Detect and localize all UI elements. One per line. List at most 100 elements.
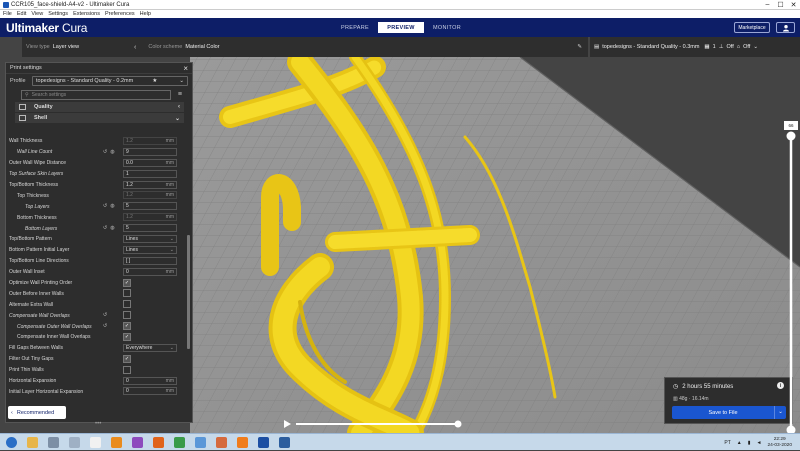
explorer-icon[interactable] [23, 435, 42, 450]
language-indicator[interactable]: PT [724, 440, 730, 446]
paint-icon[interactable] [191, 435, 210, 450]
reset-icon[interactable]: ↺ [103, 312, 107, 318]
chrome-icon[interactable] [170, 435, 189, 450]
setting-input[interactable]: 0 mm [123, 387, 177, 396]
print-setup-bar[interactable]: ▤ topedesigns - Standard Quality - 0.3mm… [590, 37, 800, 57]
category-shell[interactable]: Shell ⌄ [15, 113, 184, 123]
menu-view[interactable]: View [31, 11, 43, 17]
reset-icon[interactable]: ↺ [103, 203, 107, 209]
visual-studio-icon[interactable] [128, 435, 147, 450]
layer-slider-top-handle[interactable] [786, 131, 796, 141]
settings-menu-icon[interactable]: ≡ [178, 91, 182, 98]
setting-checkbox[interactable] [123, 289, 131, 298]
account-button[interactable] [776, 22, 795, 33]
star-icon[interactable]: ★ [152, 78, 157, 84]
material-row: ▥ 48g · 16.14m [673, 396, 709, 402]
simulation-handle[interactable] [454, 420, 462, 428]
play-icon[interactable] [284, 420, 291, 428]
setting-input[interactable]: 5 [123, 202, 177, 211]
cura-icon[interactable] [254, 435, 273, 450]
reset-icon[interactable]: ↺ [103, 225, 107, 231]
start-button[interactable] [2, 435, 21, 450]
setting-select[interactable]: Everywhere ⌄ [123, 343, 177, 352]
profile-label: Profile [10, 78, 26, 84]
setting-checkbox[interactable] [123, 300, 131, 309]
infill-value: 1 [712, 44, 716, 50]
document-icon[interactable] [86, 435, 105, 450]
firefox-icon[interactable] [149, 435, 168, 450]
linked-setting-icon[interactable]: ◍ [110, 203, 114, 209]
vlc-icon[interactable] [107, 435, 126, 450]
setting-row: Outer Before Inner Walls [9, 288, 179, 299]
category-label: Shell [34, 115, 48, 121]
minimize-button[interactable]: – [761, 0, 774, 10]
menu-help[interactable]: Help [140, 11, 151, 17]
window-icon[interactable] [65, 435, 84, 450]
setting-select[interactable]: Lines ⌄ [123, 245, 177, 254]
setting-input[interactable]: 1.2 mm [123, 180, 177, 189]
recommended-button[interactable]: ‹ Recommended [8, 406, 66, 419]
settings-scrollbar[interactable] [187, 235, 190, 349]
reset-icon[interactable]: ↺ [103, 323, 107, 329]
setting-input[interactable]: 0 mm [123, 267, 177, 276]
close-window-button[interactable]: ✕ [787, 0, 800, 10]
menu-edit[interactable]: Edit [17, 11, 26, 17]
menu-bar: File Edit View Settings Extensions Prefe… [0, 10, 800, 18]
maximize-button[interactable]: ☐ [774, 0, 787, 10]
tab-monitor[interactable]: MONITOR [424, 22, 470, 33]
setting-input[interactable]: 1.2 mm [123, 213, 177, 222]
setting-unit: mm [165, 377, 174, 384]
photoshop-icon[interactable] [275, 435, 294, 450]
linked-setting-icon[interactable]: ◍ [110, 149, 114, 155]
menu-preferences[interactable]: Preferences [105, 11, 135, 17]
setting-input[interactable]: 0 mm [123, 376, 177, 385]
reset-icon[interactable]: ↺ [103, 149, 107, 155]
setting-checkbox[interactable]: ✓ [123, 278, 131, 287]
setting-input[interactable]: 1.2 mm [123, 137, 177, 145]
marketplace-button[interactable]: Marketplace [734, 22, 770, 33]
system-tray: PT ▲ ▮ ◄ 22:29 24-03-2020 [724, 434, 792, 451]
tab-preview[interactable]: PREVIEW [378, 22, 424, 33]
setting-checkbox[interactable] [123, 311, 131, 320]
setting-checkbox[interactable]: ✓ [123, 333, 131, 342]
maximized-window-icon[interactable] [44, 435, 63, 450]
expand-chevron-icon[interactable]: ⌄ [753, 44, 758, 50]
setting-input[interactable]: [ ] [123, 256, 177, 265]
info-icon[interactable]: i [777, 382, 784, 389]
setting-checkbox[interactable]: ✓ [123, 354, 131, 363]
menu-file[interactable]: File [3, 11, 12, 17]
color-scheme-select[interactable]: Material Color [185, 44, 219, 50]
fusion-icon[interactable] [233, 435, 252, 450]
setting-checkbox[interactable] [123, 365, 131, 374]
pencil-icon[interactable]: ✎ [577, 44, 582, 50]
layer-slider[interactable] [784, 118, 798, 438]
setting-input[interactable]: 0.0 mm [123, 158, 177, 167]
view-type-chevron-icon[interactable]: ‹ [134, 44, 136, 51]
setting-input[interactable]: 9 [123, 147, 177, 156]
menu-settings[interactable]: Settings [48, 11, 68, 17]
setting-input[interactable]: 1 [123, 169, 177, 178]
view-type-select[interactable]: Layer view [53, 44, 79, 50]
setting-checkbox[interactable]: ✓ [123, 322, 131, 331]
linked-setting-icon[interactable]: ◍ [110, 225, 114, 231]
setting-row: Print Thin Walls [9, 365, 179, 376]
current-layer-badge[interactable]: 66 [784, 121, 798, 130]
setting-input[interactable]: 1.2 mm [123, 191, 177, 200]
setting-value: 0 [126, 377, 129, 384]
setting-input[interactable]: 5 [123, 224, 177, 233]
save-to-file-button[interactable]: Save to File ⌄ [672, 406, 786, 419]
category-quality[interactable]: Quality ‹ [15, 102, 184, 112]
clock[interactable]: 22:29 24-03-2020 [767, 437, 792, 449]
resize-handle[interactable]: ••• [95, 421, 101, 427]
images-icon[interactable] [212, 435, 231, 450]
close-panel-icon[interactable]: × [183, 64, 188, 73]
search-input[interactable]: ⚲ Search settings [21, 89, 171, 100]
menu-extensions[interactable]: Extensions [73, 11, 100, 17]
simulation-slider[interactable] [283, 419, 463, 429]
profile-select[interactable]: topedesigns - Standard Quality - 0.2mm ★… [32, 76, 188, 86]
tab-prepare[interactable]: PREPARE [332, 22, 378, 33]
tray-arrow-icon[interactable]: ▲ [737, 440, 742, 446]
network-icon[interactable]: ▮ [748, 440, 751, 446]
volume-icon[interactable]: ◄ [757, 440, 762, 446]
setting-select[interactable]: Lines ⌄ [123, 235, 177, 244]
